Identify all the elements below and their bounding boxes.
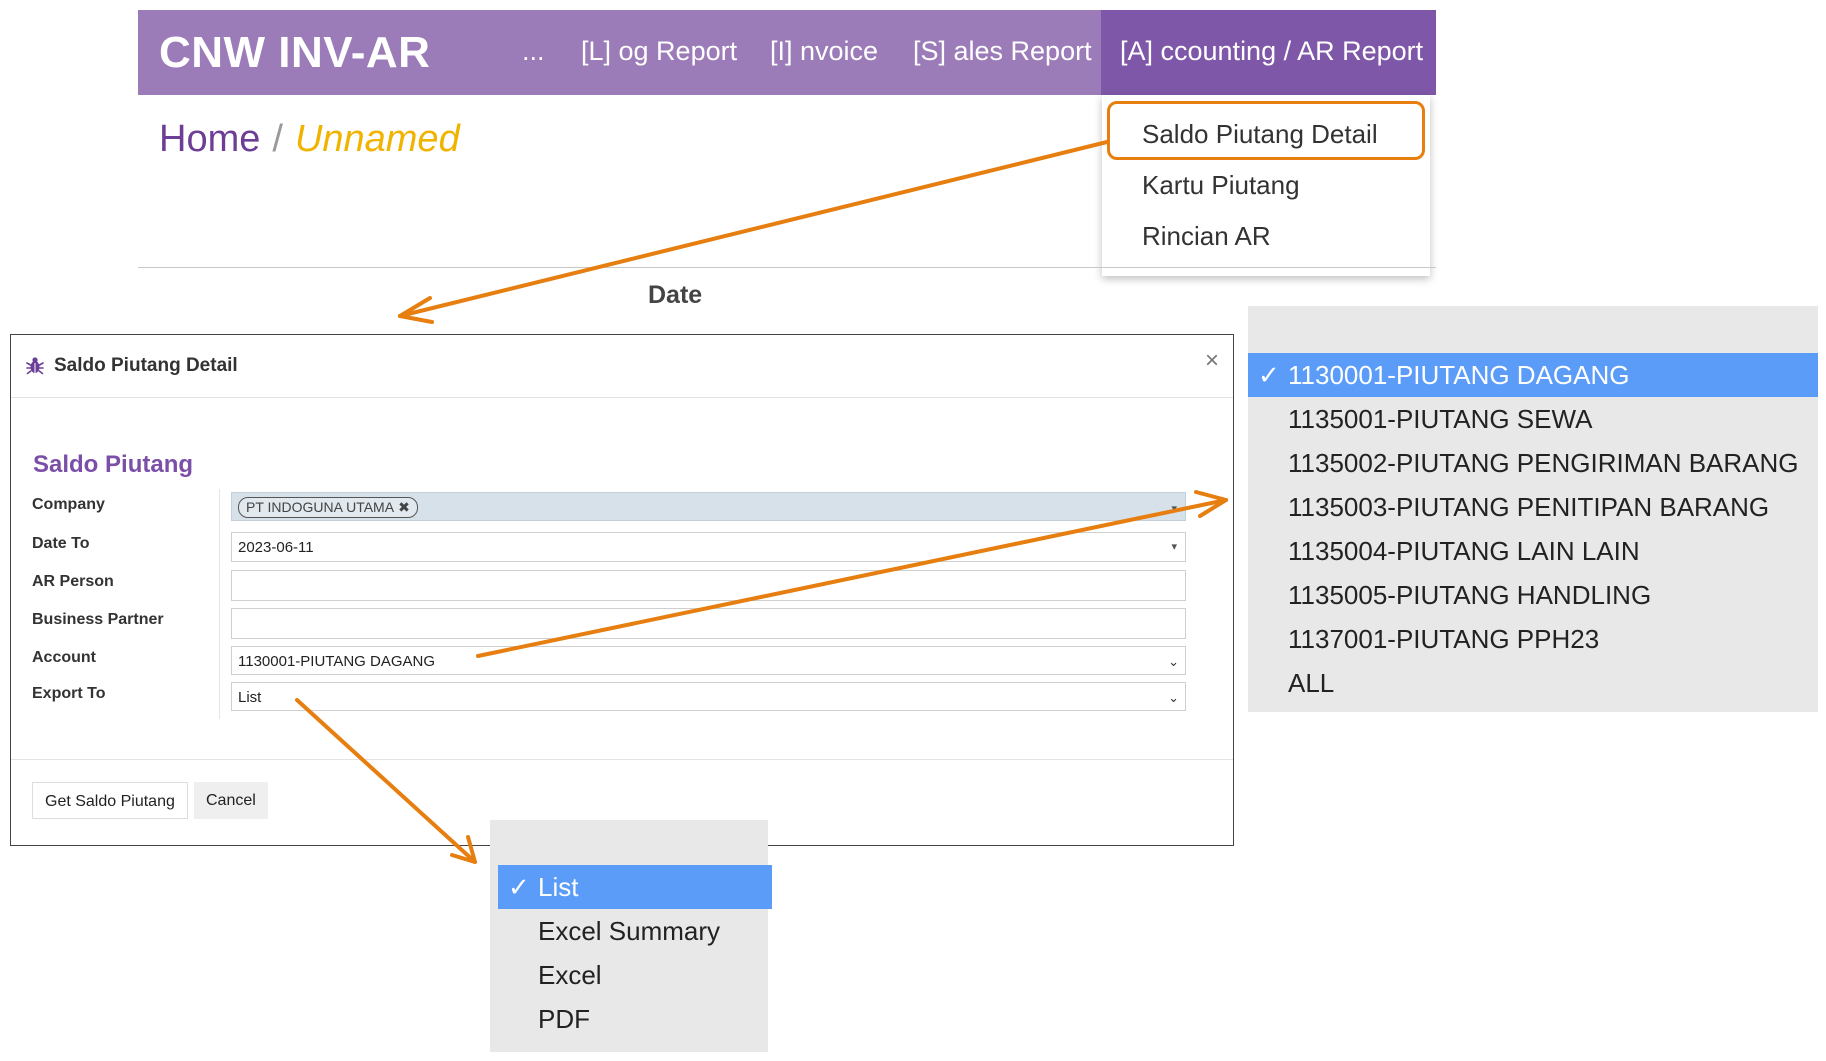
account-selected-value: 1130001-PIUTANG DAGANG: [238, 653, 436, 670]
breadcrumb-home[interactable]: Home: [159, 118, 260, 160]
date-to-value: 2023-06-11: [238, 539, 314, 556]
nav-item-more[interactable]: ...: [522, 10, 545, 95]
company-tag: PT INDOGUNA UTAMA ✖: [238, 497, 418, 518]
export-to-select[interactable]: List ⌄: [231, 682, 1186, 711]
section-title: Saldo Piutang: [33, 451, 194, 478]
export-option[interactable]: Excel Summary: [498, 909, 772, 953]
account-option[interactable]: ✓ 1130001-PIUTANG DAGANG: [1248, 353, 1818, 397]
export-option[interactable]: PDF: [498, 997, 772, 1041]
breadcrumb-separator: /: [272, 118, 283, 160]
saldo-piutang-dialog: Saldo Piutang Detail × Saldo Piutang Com…: [10, 334, 1234, 846]
account-option[interactable]: 1135001-PIUTANG SEWA: [1248, 397, 1818, 441]
account-option[interactable]: 1135002-PIUTANG PENGIRIMAN BARANG: [1248, 441, 1818, 485]
option-label: ALL: [1288, 668, 1335, 698]
account-label: Account: [32, 649, 96, 666]
account-select[interactable]: 1130001-PIUTANG DAGANG ⌄: [231, 646, 1186, 675]
option-label: 1135001-PIUTANG SEWA: [1288, 404, 1593, 434]
account-option[interactable]: 1135003-PIUTANG PENITIPAN BARANG: [1248, 485, 1818, 529]
annotation-arrow-menu-to-dialog: [398, 140, 1109, 318]
nav-item-accounting-ar-report[interactable]: [A] ccounting / AR Report: [1120, 10, 1423, 95]
close-icon[interactable]: ×: [1205, 347, 1219, 375]
account-options-popup: ✓ 1130001-PIUTANG DAGANG 1135001-PIUTANG …: [1248, 306, 1818, 712]
company-tag-label: PT INDOGUNA UTAMA: [246, 499, 395, 515]
column-header-date: Date: [648, 281, 703, 309]
option-label: List: [538, 872, 579, 902]
label-column-divider: [219, 489, 220, 719]
option-label: 1130001-PIUTANG DAGANG: [1288, 360, 1630, 390]
top-navbar: CNW INV-AR ... [L] og Report [I] nvoice …: [138, 10, 1436, 95]
annotation-highlight-box: [1107, 101, 1425, 160]
dialog-footer-divider: [11, 759, 1233, 760]
export-option[interactable]: ✓ List: [498, 865, 772, 909]
cancel-button[interactable]: Cancel: [194, 782, 268, 819]
dialog-title: Saldo Piutang Detail: [54, 355, 238, 376]
remove-tag-icon[interactable]: ✖: [398, 499, 410, 515]
arrowhead: [398, 296, 434, 324]
chevron-down-icon[interactable]: ⌄: [1168, 647, 1179, 676]
bug-icon: [26, 357, 44, 375]
date-to-field[interactable]: 2023-06-11 ▾: [231, 532, 1186, 562]
business-partner-label: Business Partner: [32, 611, 164, 628]
option-label: 1135003-PIUTANG PENITIPAN BARANG: [1288, 492, 1770, 522]
nav-item-log-report[interactable]: [L] og Report: [581, 10, 737, 95]
account-option[interactable]: 1135005-PIUTANG HANDLING: [1248, 573, 1818, 617]
dialog-header: Saldo Piutang Detail ×: [11, 335, 1233, 398]
menu-item-rincian-ar[interactable]: Rincian AR: [1102, 213, 1430, 259]
company-select[interactable]: PT INDOGUNA UTAMA ✖ ▾: [231, 492, 1186, 521]
breadcrumb: Home / Unnamed: [159, 118, 460, 161]
date-to-label: Date To: [32, 535, 90, 552]
account-option[interactable]: ALL: [1248, 661, 1818, 705]
business-partner-input[interactable]: [231, 608, 1186, 639]
export-to-label: Export To: [32, 685, 106, 702]
nav-item-sales-report[interactable]: [S] ales Report: [913, 10, 1092, 95]
account-option[interactable]: 1137001-PIUTANG PPH23: [1248, 617, 1818, 661]
option-label: 1135002-PIUTANG PENGIRIMAN BARANG: [1288, 448, 1799, 478]
app-brand[interactable]: CNW INV-AR: [159, 10, 430, 95]
checkmark-icon: ✓: [508, 872, 530, 902]
option-label: Excel: [538, 960, 602, 990]
content-divider: [138, 267, 1436, 268]
caret-down-icon[interactable]: ▾: [1171, 502, 1177, 515]
account-option[interactable]: 1135004-PIUTANG LAIN LAIN: [1248, 529, 1818, 573]
export-option[interactable]: Excel: [498, 953, 772, 997]
menu-item-kartu-piutang[interactable]: Kartu Piutang: [1102, 162, 1430, 208]
checkmark-icon: ✓: [1258, 360, 1280, 390]
get-saldo-piutang-button[interactable]: Get Saldo Piutang: [32, 782, 188, 819]
chevron-down-icon[interactable]: ⌄: [1168, 683, 1179, 712]
option-label: 1137001-PIUTANG PPH23: [1288, 624, 1600, 654]
breadcrumb-current: Unnamed: [294, 118, 460, 160]
option-label: 1135004-PIUTANG LAIN LAIN: [1288, 536, 1640, 566]
option-label: Excel Summary: [538, 916, 721, 946]
company-label: Company: [32, 496, 105, 513]
export-options-popup: ✓ List Excel Summary Excel PDF: [490, 820, 772, 1052]
ar-person-input[interactable]: [231, 570, 1186, 601]
option-label: PDF: [538, 1004, 590, 1034]
caret-down-icon[interactable]: ▾: [1171, 532, 1177, 562]
export-selected-value: List: [238, 689, 262, 706]
option-label: 1135005-PIUTANG HANDLING: [1288, 580, 1652, 610]
nav-item-invoice[interactable]: [I] nvoice: [770, 10, 878, 95]
ar-person-label: AR Person: [32, 573, 114, 590]
